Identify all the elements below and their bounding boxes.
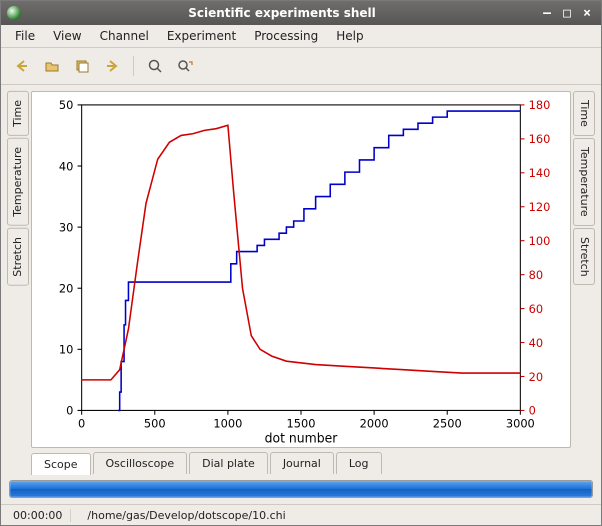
side-tabs-left: TimeTemperatureStretch <box>7 91 29 474</box>
status-path: /home/gas/Develop/dotscope/10.chi <box>79 509 597 522</box>
svg-text:20: 20 <box>59 281 73 295</box>
right-tab-temperature[interactable]: Temperature <box>573 138 595 226</box>
tab-scope[interactable]: Scope <box>31 453 91 475</box>
window-title: Scientific experiments shell <box>29 6 535 20</box>
close-button[interactable]: × <box>579 6 595 21</box>
left-tab-stretch[interactable]: Stretch <box>7 228 29 286</box>
menubar: FileViewChannelExperimentProcessingHelp <box>1 25 601 48</box>
menu-help[interactable]: Help <box>328 27 371 45</box>
plot-area[interactable]: 0500100015002000250030000102030405002040… <box>31 91 571 448</box>
side-tabs-right: TimeTemperatureStretch <box>573 91 595 474</box>
svg-text:500: 500 <box>144 416 166 430</box>
left-tab-temperature[interactable]: Temperature <box>7 138 29 226</box>
minimize-button[interactable]: – <box>539 6 555 21</box>
zoom-icon[interactable] <box>144 55 166 77</box>
toolbar-separator <box>133 56 134 76</box>
tab-journal[interactable]: Journal <box>270 452 334 474</box>
menu-processing[interactable]: Processing <box>246 27 326 45</box>
svg-text:20: 20 <box>529 370 543 384</box>
statusbar: 00:00:00 /home/gas/Develop/dotscope/10.c… <box>1 504 601 525</box>
menu-view[interactable]: View <box>45 27 89 45</box>
svg-text:0: 0 <box>66 404 73 418</box>
svg-text:60: 60 <box>529 302 543 316</box>
window: Scientific experiments shell – □ × FileV… <box>0 0 602 526</box>
workspace: TimeTemperatureStretch 05001000150020002… <box>1 85 601 474</box>
toolbar <box>1 48 601 85</box>
titlebar: Scientific experiments shell – □ × <box>1 1 601 25</box>
svg-text:120: 120 <box>529 200 551 214</box>
svg-text:30: 30 <box>59 220 73 234</box>
menu-experiment[interactable]: Experiment <box>159 27 244 45</box>
open-folder-icon[interactable] <box>41 55 63 77</box>
status-time: 00:00:00 <box>5 509 71 522</box>
svg-text:0: 0 <box>78 416 85 430</box>
left-tab-time[interactable]: Time <box>7 91 29 136</box>
center-pane: 0500100015002000250030000102030405002040… <box>31 91 571 474</box>
maximize-button[interactable]: □ <box>559 6 575 21</box>
progress-bar <box>9 480 593 498</box>
svg-text:3000: 3000 <box>506 416 535 430</box>
svg-text:100: 100 <box>529 234 551 248</box>
svg-text:0: 0 <box>529 404 536 418</box>
svg-text:160: 160 <box>529 132 551 146</box>
menu-channel[interactable]: Channel <box>92 27 157 45</box>
svg-text:140: 140 <box>529 166 551 180</box>
save-copy-icon[interactable] <box>71 55 93 77</box>
right-tab-stretch[interactable]: Stretch <box>573 228 595 286</box>
back-icon[interactable] <box>11 55 33 77</box>
bottom-tabs: ScopeOscilloscopeDial plateJournalLog <box>31 450 571 474</box>
svg-text:2500: 2500 <box>433 416 462 430</box>
forward-icon[interactable] <box>101 55 123 77</box>
svg-text:40: 40 <box>529 336 543 350</box>
svg-text:10: 10 <box>59 342 73 356</box>
svg-text:50: 50 <box>59 98 73 112</box>
tab-log[interactable]: Log <box>336 452 382 474</box>
menu-file[interactable]: File <box>7 27 43 45</box>
svg-text:180: 180 <box>529 98 551 112</box>
svg-text:1000: 1000 <box>213 416 242 430</box>
svg-text:40: 40 <box>59 159 73 173</box>
svg-text:dot number: dot number <box>265 430 338 445</box>
tab-dial-plate[interactable]: Dial plate <box>189 452 268 474</box>
tab-oscilloscope[interactable]: Oscilloscope <box>93 452 188 474</box>
chart: 0500100015002000250030000102030405002040… <box>32 92 570 447</box>
app-icon <box>7 6 21 20</box>
svg-text:80: 80 <box>529 268 543 282</box>
svg-text:2000: 2000 <box>360 416 389 430</box>
zoom-select-icon[interactable] <box>174 55 196 77</box>
svg-text:1500: 1500 <box>287 416 316 430</box>
right-tab-time[interactable]: Time <box>573 91 595 136</box>
